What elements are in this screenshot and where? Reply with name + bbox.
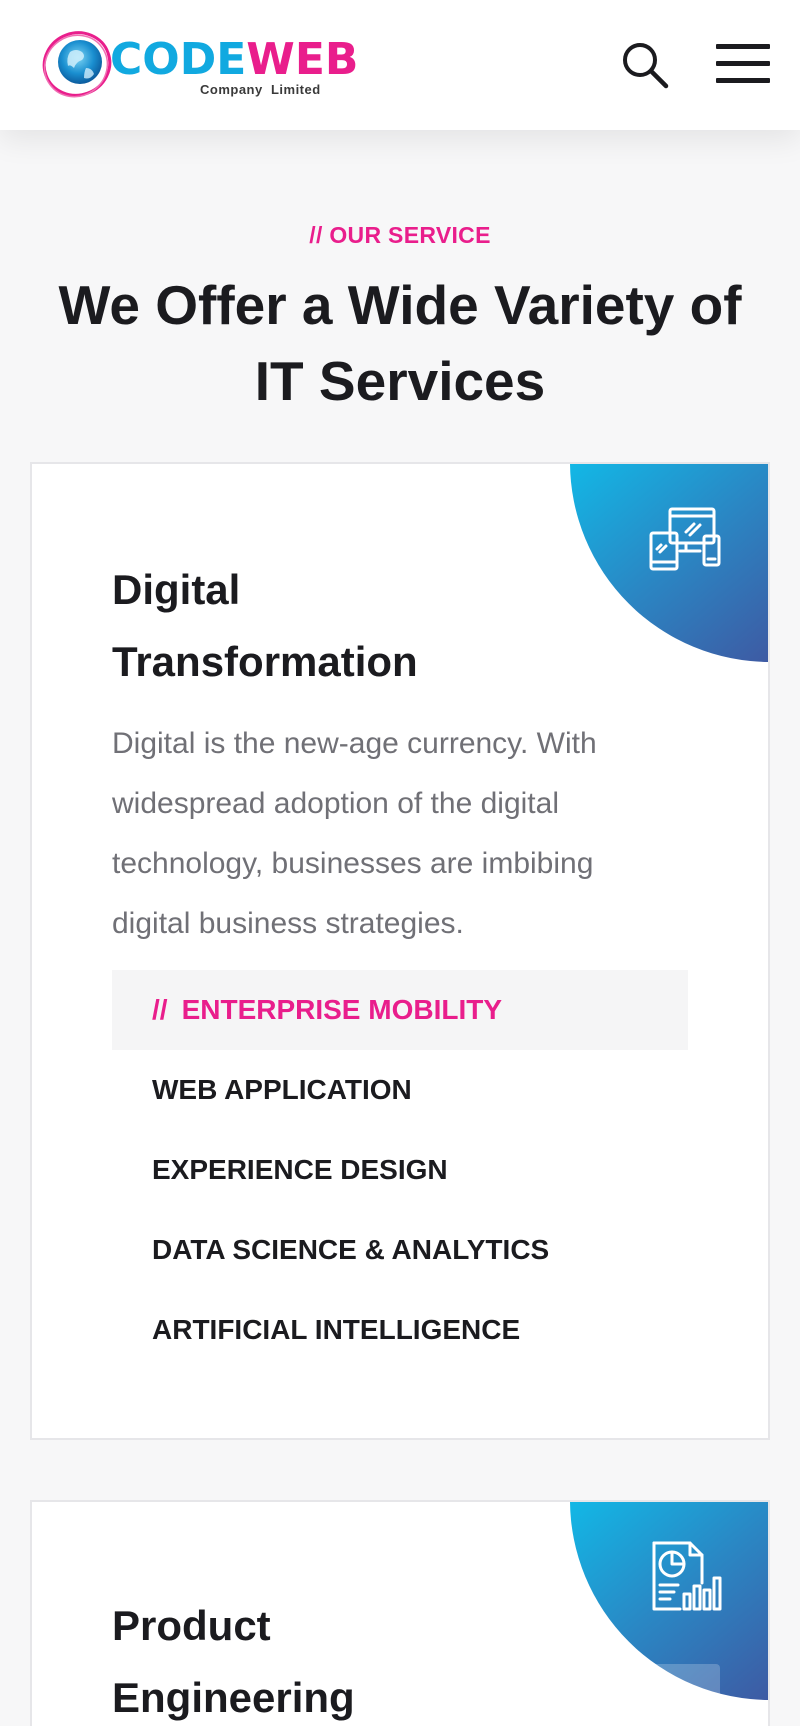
logo-text-code: CODE	[110, 34, 247, 85]
search-icon	[623, 43, 669, 89]
section-title: We Offer a Wide Variety of IT Services	[58, 274, 742, 412]
hamburger-menu-button[interactable]	[716, 42, 770, 86]
card-description: Digital is the new-age currency. With wi…	[112, 727, 597, 940]
hamburger-menu-icon-bar	[716, 44, 770, 49]
service-card-digital-transformation: Digital Transformation Digital is the ne…	[30, 462, 770, 1440]
report-chart-icon	[652, 1541, 722, 1611]
service-item-label: EXPERIENCE DESIGN	[152, 1154, 448, 1185]
service-item-experience-design[interactable]: EXPERIENCE DESIGN	[112, 1130, 688, 1210]
logo-wordmark: CODEWEB	[110, 38, 358, 82]
service-item-label: WEB APPLICATION	[152, 1074, 412, 1105]
service-item-data-science-analytics[interactable]: DATA SCIENCE & ANALYTICS	[112, 1210, 688, 1290]
devices-icon	[649, 507, 721, 571]
arrow-up-icon	[667, 1692, 689, 1726]
service-item-label: ARTIFICIAL INTELLIGENCE	[152, 1314, 521, 1345]
globe-icon	[42, 31, 112, 98]
service-item-artificial-intelligence[interactable]: ARTIFICIAL INTELLIGENCE	[112, 1290, 688, 1370]
service-item-web-application[interactable]: WEB APPLICATION	[112, 1050, 688, 1130]
card-title-line2: Engineering	[112, 1674, 355, 1721]
card-title: Digital Transformation	[112, 554, 418, 698]
card-title-line2: Transformation	[112, 638, 418, 685]
card-title-line1: Product	[112, 1602, 271, 1649]
card-corner-badge	[570, 464, 768, 662]
logo-tagline: Company Limited	[200, 82, 321, 97]
company-logo[interactable]: CODEWEB Company Limited	[40, 28, 358, 102]
logo-text-web: WEB	[246, 34, 359, 85]
back-to-top-button[interactable]	[640, 1664, 720, 1726]
card-title-line1: Digital	[112, 566, 241, 613]
card-title: Product Engineering	[112, 1590, 355, 1726]
service-item-label: ENTERPRISE MOBILITY	[181, 994, 503, 1025]
services-section-header: // OUR SERVICE We Offer a Wide Variety o…	[0, 222, 800, 419]
hamburger-menu-icon-bar	[716, 61, 770, 66]
hamburger-menu-icon-bar	[716, 78, 770, 83]
section-eyebrow: // OUR SERVICE	[309, 222, 491, 248]
service-item-enterprise-mobility[interactable]: // ENTERPRISE MOBILITY	[112, 970, 688, 1050]
site-header: CODEWEB Company Limited	[0, 0, 800, 130]
search-button[interactable]	[620, 40, 670, 90]
service-sublist: // ENTERPRISE MOBILITY WEB APPLICATION EX…	[112, 970, 688, 1370]
active-marker: //	[152, 994, 168, 1025]
service-item-label: DATA SCIENCE & ANALYTICS	[152, 1234, 550, 1265]
